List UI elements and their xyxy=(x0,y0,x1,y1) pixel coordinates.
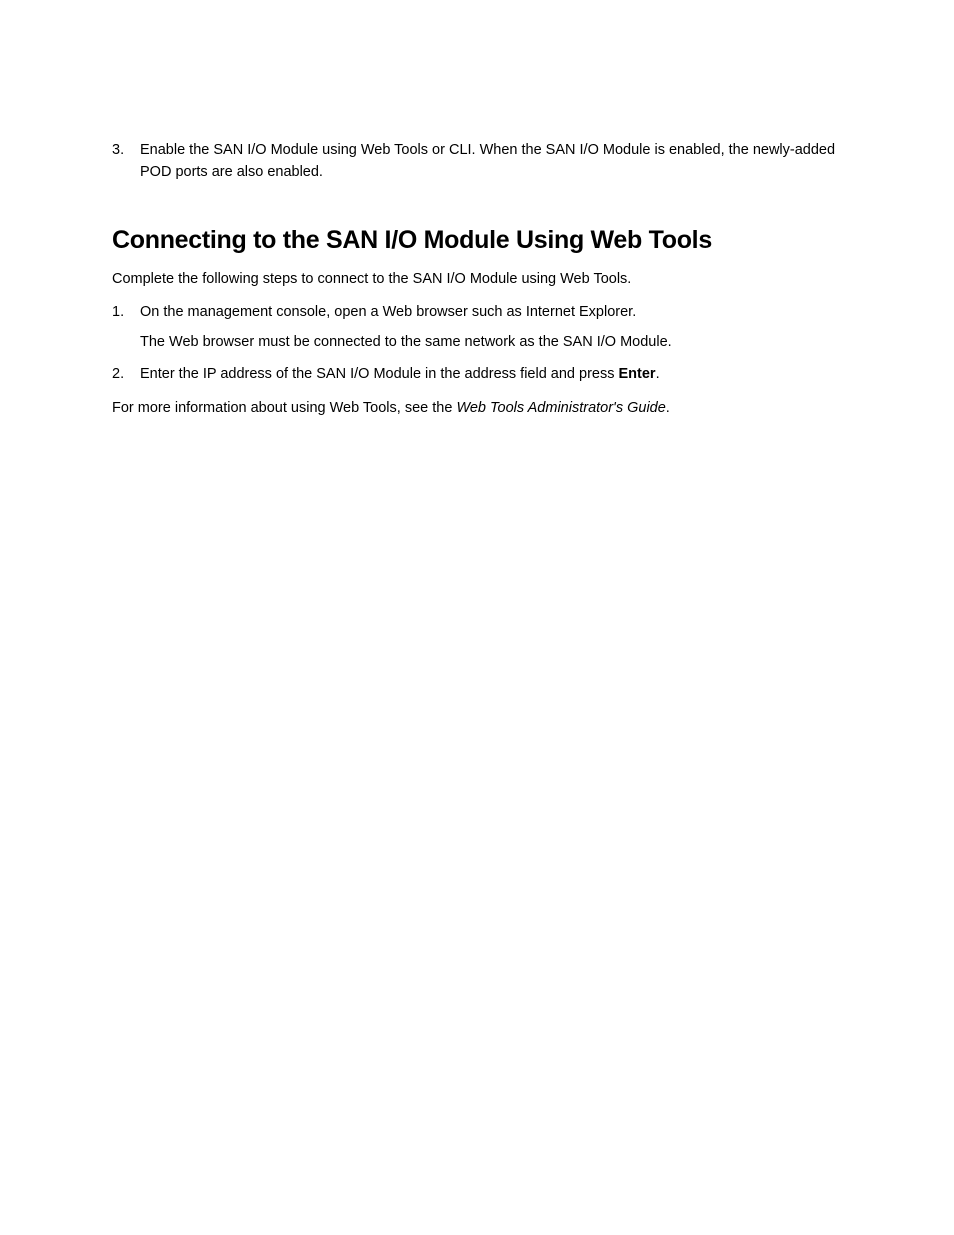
step-text: Enter the IP address of the SAN I/O Modu… xyxy=(140,364,854,386)
text-bold: Enter xyxy=(619,366,656,382)
step-text: Enable the SAN I/O Module using Web Tool… xyxy=(140,140,854,184)
list-item: 1. On the management console, open a Web… xyxy=(112,302,854,354)
footer-paragraph: For more information about using Web Too… xyxy=(112,398,854,420)
text-pre: Enter the IP address of the SAN I/O Modu… xyxy=(140,366,619,382)
step-number: 2. xyxy=(112,364,140,386)
steps-list: 1. On the management console, open a Web… xyxy=(112,302,854,385)
step-number: 3. xyxy=(112,140,140,184)
footer-italic: Web Tools Administrator's Guide xyxy=(456,400,665,416)
section-heading: Connecting to the SAN I/O Module Using W… xyxy=(112,226,854,255)
step-subtext: The Web browser must be connected to the… xyxy=(140,332,854,354)
footer-post: . xyxy=(666,400,670,416)
top-numbered-step: 3. Enable the SAN I/O Module using Web T… xyxy=(112,140,854,184)
list-item: 2. Enter the IP address of the SAN I/O M… xyxy=(112,364,854,386)
intro-paragraph: Complete the following steps to connect … xyxy=(112,269,854,291)
text-post: . xyxy=(656,366,660,382)
step-text: On the management console, open a Web br… xyxy=(140,302,854,324)
footer-pre: For more information about using Web Too… xyxy=(112,400,456,416)
step-number: 1. xyxy=(112,302,140,324)
